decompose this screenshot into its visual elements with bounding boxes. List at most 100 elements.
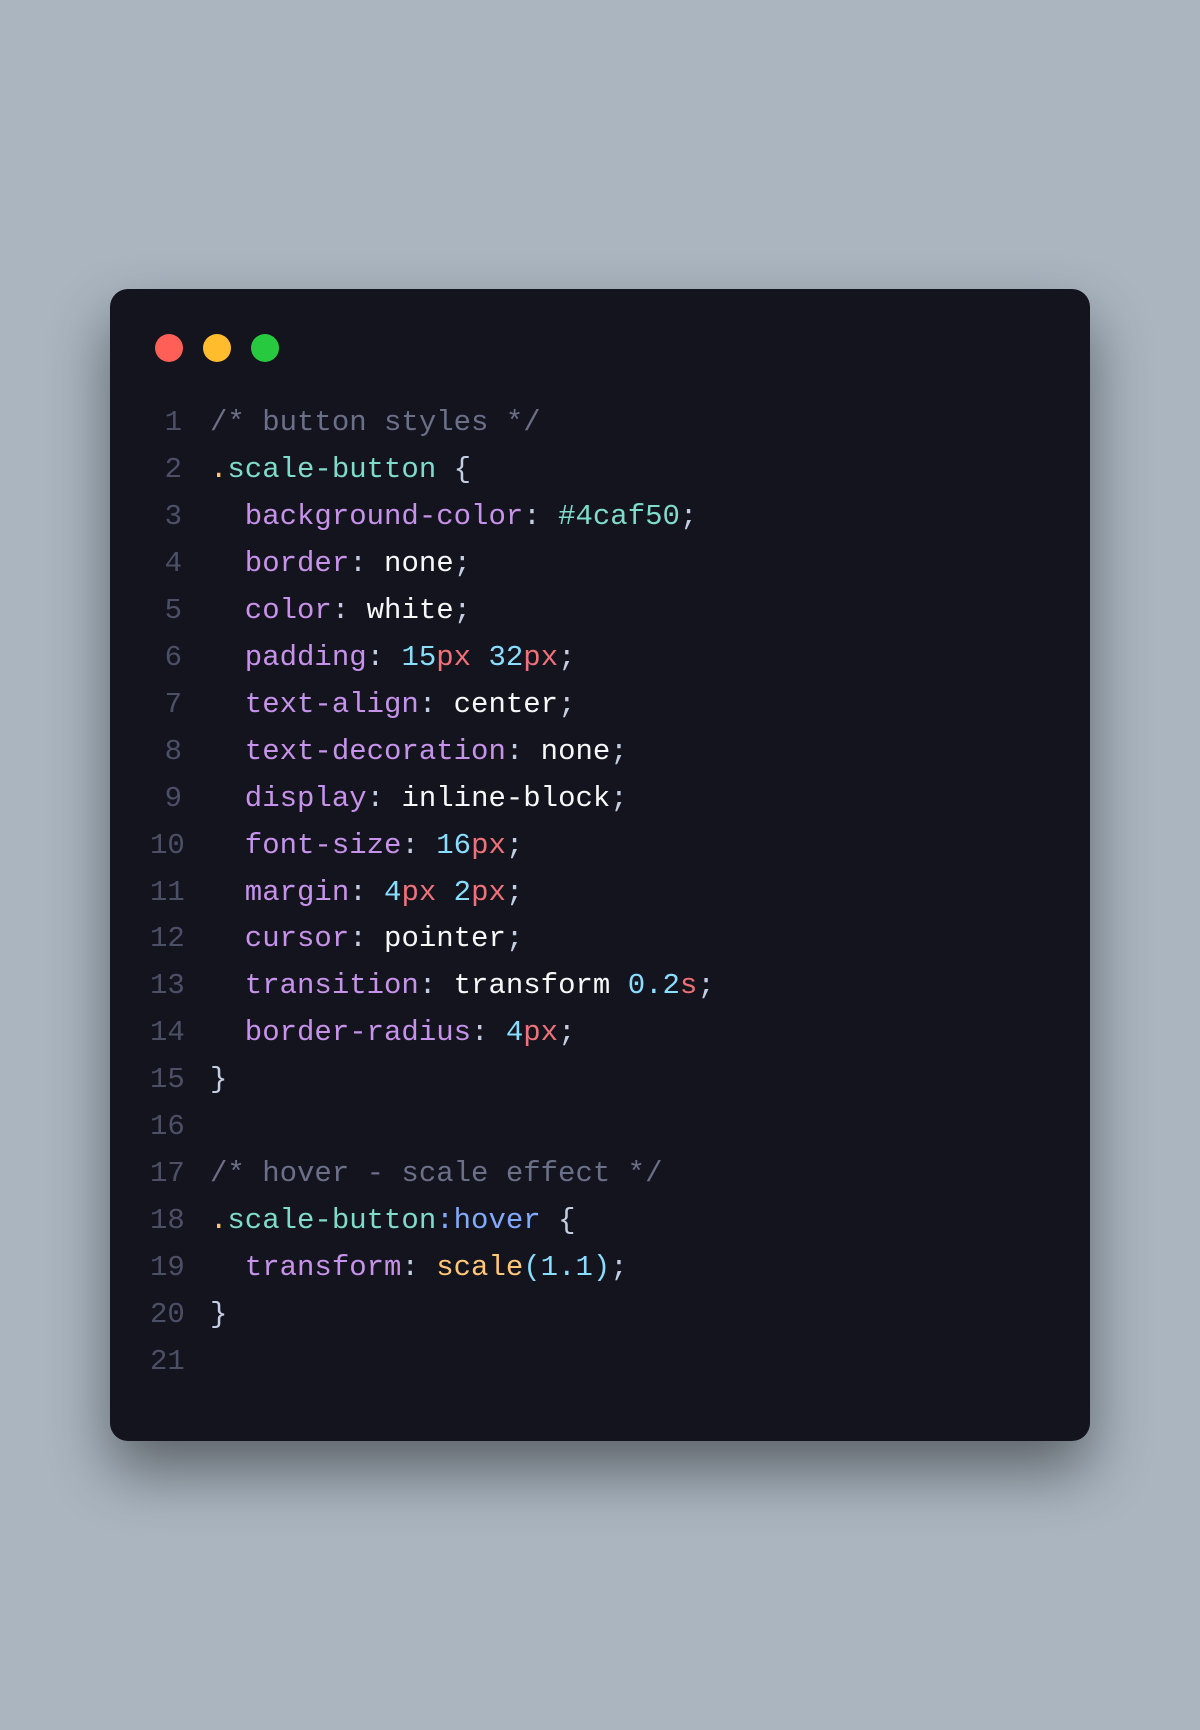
code-line[interactable]: 11 margin: 4px 2px; [150, 870, 1050, 917]
token: display [210, 782, 367, 815]
line-number: 1 [150, 400, 210, 447]
token: border [210, 547, 349, 580]
line-content[interactable]: text-decoration: none; [210, 729, 1050, 776]
code-line[interactable]: 21 [150, 1339, 1050, 1386]
line-content[interactable]: margin: 4px 2px; [210, 870, 1050, 917]
line-content[interactable]: transition: transform 0.2s; [210, 963, 1050, 1010]
line-number: 16 [150, 1104, 210, 1151]
token: text-decoration [210, 735, 506, 768]
token: ; [558, 688, 575, 721]
line-content[interactable]: } [210, 1057, 1050, 1104]
line-content[interactable]: border-radius: 4px; [210, 1010, 1050, 1057]
line-number: 14 [150, 1010, 210, 1057]
token: ; [558, 641, 575, 674]
token: 4 [506, 1016, 523, 1049]
code-line[interactable]: 10 font-size: 16px; [150, 823, 1050, 870]
token: /* hover - scale effect */ [210, 1157, 662, 1190]
code-line[interactable]: 13 transition: transform 0.2s; [150, 963, 1050, 1010]
code-line[interactable]: 18.scale-button:hover { [150, 1198, 1050, 1245]
token: ; [558, 1016, 575, 1049]
token: : [367, 641, 402, 674]
token: white [367, 594, 454, 627]
token: ( [523, 1251, 540, 1284]
token: ; [610, 1251, 627, 1284]
token: text-align [210, 688, 419, 721]
line-content[interactable] [210, 1339, 1050, 1386]
code-line[interactable]: 20} [150, 1292, 1050, 1339]
code-line[interactable]: 6 padding: 15px 32px; [150, 635, 1050, 682]
line-number: 20 [150, 1292, 210, 1339]
token: : [349, 876, 384, 909]
token: ; [454, 594, 471, 627]
zoom-icon[interactable] [251, 334, 279, 362]
line-content[interactable]: cursor: pointer; [210, 916, 1050, 963]
line-number: 19 [150, 1245, 210, 1292]
token: s [680, 969, 697, 1002]
minimize-icon[interactable] [203, 334, 231, 362]
line-number: 21 [150, 1339, 210, 1386]
token: px [471, 829, 506, 862]
line-content[interactable]: padding: 15px 32px; [210, 635, 1050, 682]
code-window: 1/* button styles */2.scale-button {3 ba… [110, 289, 1090, 1441]
token: scale [436, 1251, 523, 1284]
window-controls [155, 334, 1050, 362]
line-content[interactable]: .scale-button:hover { [210, 1198, 1050, 1245]
token: . [210, 1204, 227, 1237]
line-number: 2 [150, 447, 210, 494]
code-line[interactable]: 12 cursor: pointer; [150, 916, 1050, 963]
line-content[interactable]: background-color: #4caf50; [210, 494, 1050, 541]
code-line[interactable]: 19 transform: scale(1.1); [150, 1245, 1050, 1292]
token: : [419, 688, 454, 721]
line-content[interactable]: border: none; [210, 541, 1050, 588]
code-line[interactable]: 3 background-color: #4caf50; [150, 494, 1050, 541]
token: 1.1 [541, 1251, 593, 1284]
line-content[interactable]: display: inline-block; [210, 776, 1050, 823]
token: : [506, 735, 541, 768]
code-line[interactable]: 15} [150, 1057, 1050, 1104]
code-line[interactable]: 2.scale-button { [150, 447, 1050, 494]
line-number: 5 [150, 588, 210, 635]
line-content[interactable]: /* hover - scale effect */ [210, 1151, 1050, 1198]
token: : [419, 969, 454, 1002]
token: pointer [384, 922, 506, 955]
token: : [349, 547, 384, 580]
token: ; [680, 500, 697, 533]
code-editor[interactable]: 1/* button styles */2.scale-button {3 ba… [150, 400, 1050, 1386]
code-line[interactable]: 14 border-radius: 4px; [150, 1010, 1050, 1057]
line-number: 7 [150, 682, 210, 729]
token: 16 [436, 829, 471, 862]
line-content[interactable]: text-align: center; [210, 682, 1050, 729]
token: } [210, 1298, 227, 1331]
line-content[interactable]: color: white; [210, 588, 1050, 635]
token: px [523, 641, 558, 674]
line-number: 6 [150, 635, 210, 682]
line-content[interactable] [210, 1104, 1050, 1151]
line-content[interactable]: .scale-button { [210, 447, 1050, 494]
code-line[interactable]: 8 text-decoration: none; [150, 729, 1050, 776]
code-line[interactable]: 4 border: none; [150, 541, 1050, 588]
token: padding [210, 641, 367, 674]
line-content[interactable]: } [210, 1292, 1050, 1339]
token: ; [506, 829, 523, 862]
code-line[interactable]: 1/* button styles */ [150, 400, 1050, 447]
token: /* button styles */ [210, 406, 541, 439]
token: px [401, 876, 436, 909]
token: . [210, 453, 227, 486]
token: : [367, 782, 402, 815]
token: : [349, 922, 384, 955]
token: border-radius [210, 1016, 471, 1049]
token: background-color [210, 500, 523, 533]
token [436, 876, 453, 909]
token: scale-button [227, 1204, 436, 1237]
code-line[interactable]: 9 display: inline-block; [150, 776, 1050, 823]
line-content[interactable]: transform: scale(1.1); [210, 1245, 1050, 1292]
line-content[interactable]: font-size: 16px; [210, 823, 1050, 870]
code-line[interactable]: 7 text-align: center; [150, 682, 1050, 729]
close-icon[interactable] [155, 334, 183, 362]
code-line[interactable]: 16 [150, 1104, 1050, 1151]
token: ; [506, 922, 523, 955]
code-line[interactable]: 5 color: white; [150, 588, 1050, 635]
token: 15 [401, 641, 436, 674]
code-line[interactable]: 17/* hover - scale effect */ [150, 1151, 1050, 1198]
line-content[interactable]: /* button styles */ [210, 400, 1050, 447]
